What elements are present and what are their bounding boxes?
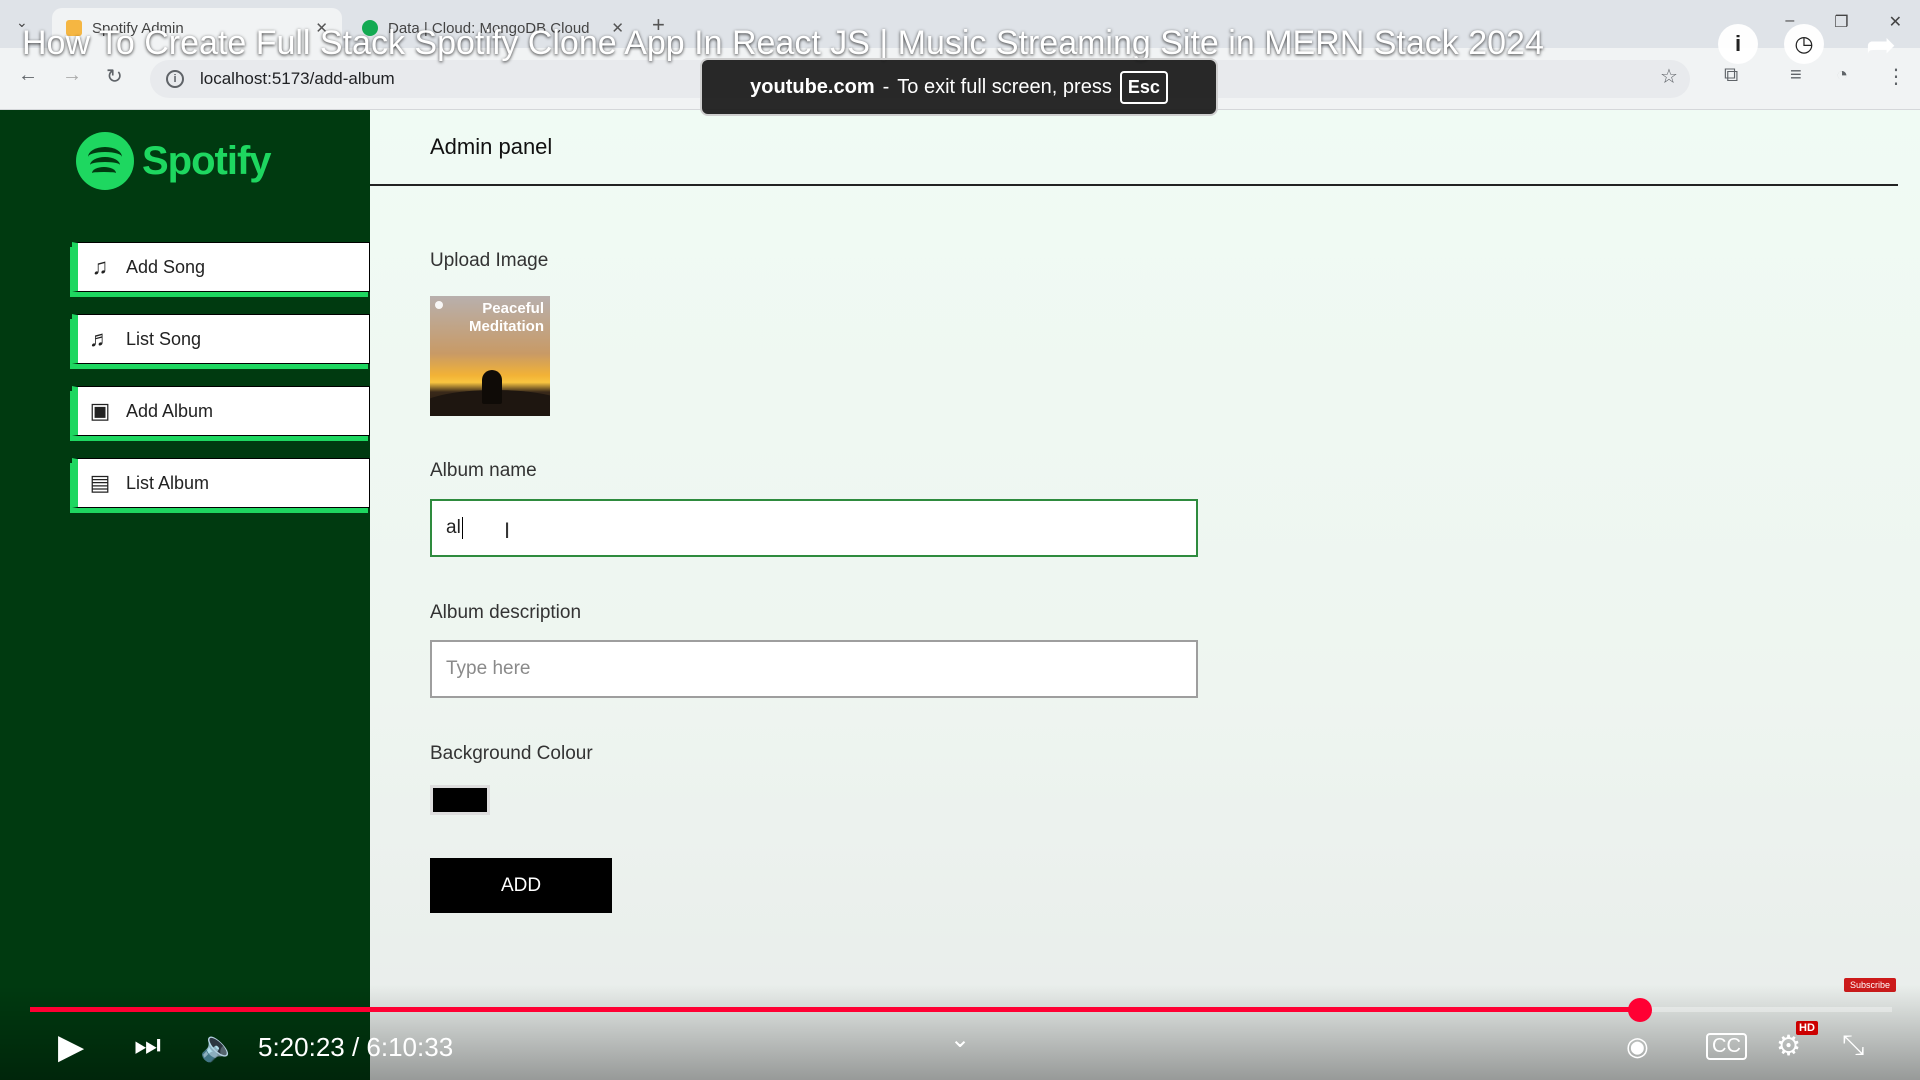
autoplay-toggle-icon[interactable]: ◉ xyxy=(1626,1031,1649,1062)
progress-scrubber[interactable] xyxy=(1627,998,1652,1022)
progress-bar[interactable] xyxy=(30,998,1892,1022)
background-colour-picker[interactable] xyxy=(430,785,490,815)
notice-message: To exit full screen, press xyxy=(897,75,1112,98)
url-text: localhost:5173/add-album xyxy=(200,69,395,88)
site-info-icon[interactable]: i xyxy=(166,70,184,88)
share-icon[interactable]: ➦ xyxy=(1866,24,1896,66)
page-title: Admin panel xyxy=(370,110,1898,186)
reload-icon[interactable]: ↻ xyxy=(106,64,123,89)
info-icon[interactable]: i xyxy=(1718,24,1758,64)
bookmark-star-icon[interactable]: ☆ xyxy=(1660,64,1678,89)
video-controls: ▶ ⏭ 🔈 5:20:23 / 6:10:33 ⌄ ◉ CC ⚙ HD ⤡ xyxy=(0,985,1920,1080)
sidebar-item-label: List Album xyxy=(126,472,210,493)
sidebar-item-add-album[interactable]: ▣ Add Album xyxy=(72,386,370,436)
album-description-input[interactable]: Type here xyxy=(430,640,1198,698)
extensions-icon[interactable]: ⧉ xyxy=(1724,64,1738,87)
album-name-label: Album name xyxy=(430,460,537,481)
more-menu-icon[interactable]: ⋮ xyxy=(1886,64,1906,89)
sidebar-item-label: List Song xyxy=(126,328,202,349)
add-album-button[interactable]: ADD xyxy=(430,858,612,913)
profile-sync-icon[interactable]: ◔ xyxy=(1836,64,1848,87)
sidebar-item-label: Add Album xyxy=(126,400,214,421)
add-song-icon: ♫ xyxy=(91,254,109,279)
exit-fullscreen-icon[interactable]: ⤡ xyxy=(1842,1029,1864,1062)
add-album-icon: ▣ xyxy=(89,398,111,423)
forward-arrow-icon[interactable]: → xyxy=(62,64,82,87)
background-colour-label: Background Colour xyxy=(430,743,593,764)
upload-image-preview[interactable]: Peaceful Meditation xyxy=(430,296,550,416)
notice-separator: - xyxy=(882,75,890,98)
fullscreen-notice: youtube.com - To exit full screen, press… xyxy=(700,58,1218,116)
watch-later-icon[interactable]: ◷ xyxy=(1784,24,1824,64)
music-note-icon: ♬ xyxy=(89,326,111,351)
sidebar-item-list-album[interactable]: ▤ List Album xyxy=(72,458,370,508)
volume-icon[interactable]: 🔈 xyxy=(200,1029,237,1064)
text-cursor-icon: I xyxy=(504,518,511,543)
sidebar-item-label: Add Song xyxy=(126,256,206,277)
progress-fill xyxy=(30,1007,1640,1012)
sidebar-item-list-song[interactable]: ♬ List Song xyxy=(72,314,370,364)
text-caret xyxy=(461,517,463,539)
esc-key-badge: Esc xyxy=(1119,70,1168,104)
time-display: 5:20:23 / 6:10:33 xyxy=(258,1032,454,1062)
back-arrow-icon[interactable]: ← xyxy=(18,64,38,87)
sidebar-item-add-song[interactable]: ♫ Add Song xyxy=(72,242,370,292)
album-description-label: Album description xyxy=(430,602,582,623)
main-content: Admin panel Upload Image Peaceful Medita… xyxy=(370,110,1920,1080)
next-icon[interactable]: ⏭ xyxy=(134,1029,161,1063)
notice-site: youtube.com xyxy=(750,75,875,98)
restore-icon[interactable]: ❐ xyxy=(1834,12,1848,32)
chevron-down-icon[interactable]: ⌄ xyxy=(950,1025,970,1054)
play-icon[interactable]: ▶ xyxy=(58,1027,84,1067)
spotify-icon xyxy=(76,132,134,190)
hd-badge-icon: HD xyxy=(1796,1021,1818,1035)
logo-wordmark: Spotify xyxy=(142,138,272,183)
album-icon: ▤ xyxy=(89,470,111,495)
media-control-icon[interactable]: ≡ xyxy=(1790,64,1802,87)
album-description-placeholder: Type here xyxy=(446,658,531,679)
sidebar: Spotify ♫ Add Song ♬ List Song ▣ Add Alb… xyxy=(0,110,370,1080)
preview-title-text: Peaceful Meditation xyxy=(469,300,544,335)
admin-app: Spotify ♫ Add Song ♬ List Song ▣ Add Alb… xyxy=(0,110,1920,1080)
album-name-value: al xyxy=(446,517,461,538)
spotify-logo: Spotify xyxy=(76,132,272,190)
album-name-input[interactable]: al xyxy=(430,499,1198,557)
upload-image-label: Upload Image xyxy=(430,250,549,271)
captions-icon[interactable]: CC xyxy=(1706,1033,1747,1060)
